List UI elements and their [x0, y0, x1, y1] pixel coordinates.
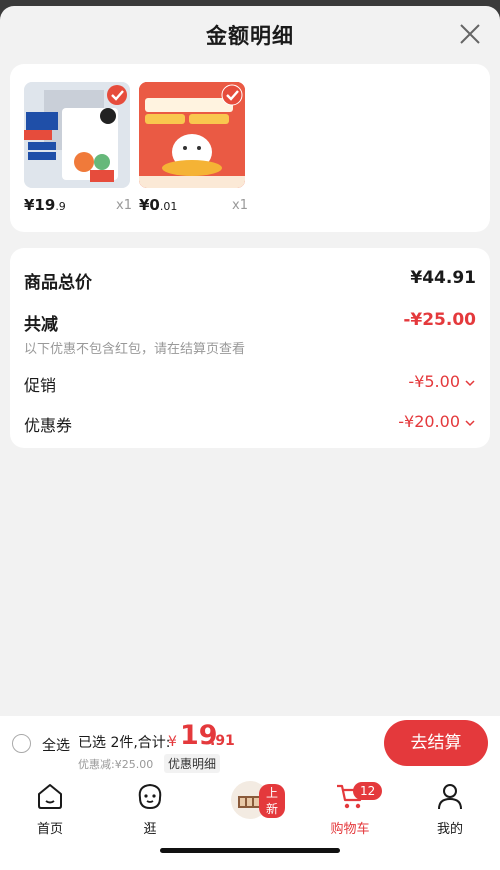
item-qty: x1 — [116, 198, 132, 213]
items-card: ¥19.9 x1 ¥0.01 x1 — [10, 64, 490, 232]
discount-amount: 优惠减:¥25.00 — [78, 758, 154, 771]
item-price: ¥19.9 — [24, 196, 66, 214]
sheet-title: 金额明细 — [206, 24, 294, 48]
total-label: 商品总价 — [24, 273, 92, 293]
reduce-value: -¥25.00 — [403, 310, 476, 330]
home-icon — [38, 784, 62, 809]
item-price-int: ¥19 — [24, 196, 56, 214]
select-all-label[interactable]: 全选 — [42, 735, 70, 755]
tab-browse[interactable]: 逛 — [115, 780, 185, 837]
total-value: ¥44.91 — [410, 268, 476, 288]
chevron-down-icon[interactable] — [464, 378, 476, 388]
home-indicator — [160, 848, 340, 853]
new-arrival-badge: 上新 — [259, 784, 286, 818]
chevron-down-icon[interactable] — [464, 418, 476, 428]
item-price-int: ¥0 — [139, 196, 160, 214]
product-image-detergent[interactable] — [24, 82, 130, 188]
selected-count: 已选 2件,合计: — [78, 735, 171, 751]
browse-icon — [138, 783, 162, 810]
reduce-label: 共减 — [24, 315, 58, 335]
cart-count-badge: 12 — [353, 782, 383, 800]
coupon-label: 优惠券 — [24, 416, 73, 435]
tab-profile[interactable]: 我的 — [415, 780, 485, 837]
promo-label: 促销 — [24, 376, 57, 395]
tab-new-arrival[interactable]: 上新 — [215, 780, 286, 824]
price-summary-card: 商品总价 ¥44.91 共减 -¥25.00 以下优惠不包含红包，请在结算页查看… — [10, 248, 490, 448]
checkout-bar: 全选 已选 2件,合计: ¥ 19 .91 优惠减:¥25.00 优惠明细 去结… — [0, 716, 500, 774]
discount-detail-link[interactable]: 优惠明细 — [164, 754, 221, 773]
bottom-nav: 首页 逛 上新 购物车 12 我的 — [0, 774, 500, 870]
tab-home[interactable]: 首页 — [15, 780, 85, 837]
tab-label: 我的 — [436, 822, 463, 837]
total-currency: ¥ — [168, 734, 177, 750]
select-all-radio[interactable] — [12, 734, 31, 753]
item-qty: x1 — [232, 198, 248, 213]
profile-icon — [438, 784, 462, 810]
item-price: ¥0.01 — [139, 196, 177, 214]
item-price-dec: .9 — [55, 200, 66, 213]
sheet-header: 金额明细 — [0, 6, 500, 64]
tab-label: 逛 — [143, 822, 157, 837]
tab-label: 购物车 — [330, 822, 370, 837]
tab-cart[interactable]: 购物车 12 — [315, 780, 385, 837]
discount-note: 以下优惠不包含红包，请在结算页查看 — [24, 342, 246, 357]
close-icon[interactable] — [458, 22, 482, 46]
checkout-button[interactable]: 去结算 — [384, 720, 488, 766]
promo-value[interactable]: -¥5.00 — [408, 372, 460, 391]
total-amount-dec: .91 — [210, 733, 235, 749]
product-image-jingdou[interactable] — [139, 82, 245, 188]
amount-detail-sheet: 金额明细 ¥19.9 x1 ¥0.01 x1 商品总价 ¥44.91 共减 -¥… — [0, 6, 500, 870]
tab-label: 首页 — [36, 822, 63, 837]
item-price-dec: .01 — [159, 200, 178, 213]
coupon-value[interactable]: -¥20.00 — [398, 412, 460, 431]
